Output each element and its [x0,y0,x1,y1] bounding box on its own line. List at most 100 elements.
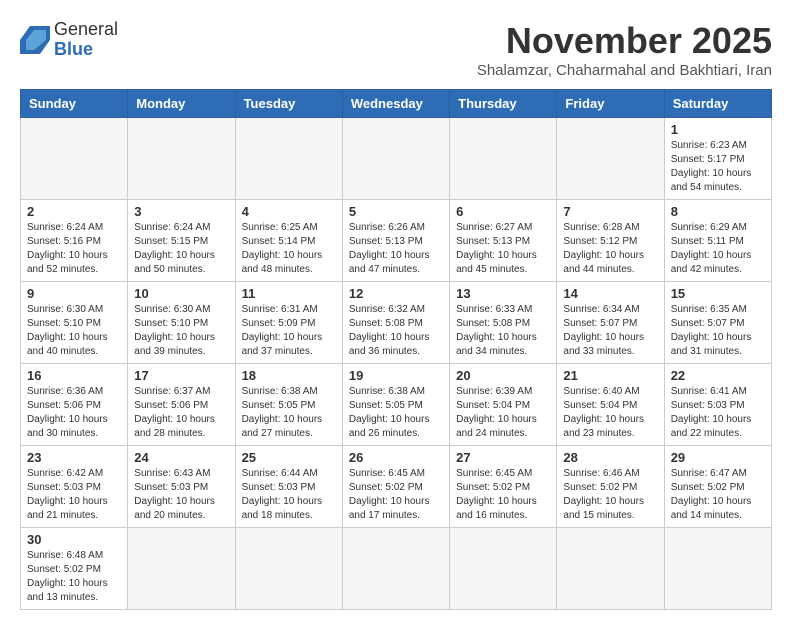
day-number: 23 [27,450,121,465]
day-info: Sunrise: 6:25 AM Sunset: 5:14 PM Dayligh… [242,221,336,277]
calendar-cell [557,528,664,610]
calendar-cell [664,528,771,610]
day-number: 4 [242,204,336,219]
calendar-cell: 4 Sunrise: 6:25 AM Sunset: 5:14 PM Daylig… [235,200,342,282]
day-number: 2 [27,204,121,219]
calendar-cell: 27 Sunrise: 6:45 AM Sunset: 5:02 PM Dayli… [450,446,557,528]
calendar-cell: 16 Sunrise: 6:36 AM Sunset: 5:06 PM Dayli… [21,364,128,446]
day-number: 11 [242,286,336,301]
logo-icon [20,26,50,54]
day-info: Sunrise: 6:38 AM Sunset: 5:05 PM Dayligh… [242,385,336,441]
day-info: Sunrise: 6:36 AM Sunset: 5:06 PM Dayligh… [27,385,121,441]
day-number: 18 [242,368,336,383]
title-area: November 2025 Shalamzar, Chaharmahal and… [477,20,772,79]
calendar-cell [342,528,449,610]
day-info: Sunrise: 6:43 AM Sunset: 5:03 PM Dayligh… [134,467,228,523]
logo-text-blue: Blue [54,40,118,60]
calendar-cell [128,528,235,610]
weekday-header-tuesday: Tuesday [235,90,342,118]
calendar-cell: 8 Sunrise: 6:29 AM Sunset: 5:11 PM Daylig… [664,200,771,282]
calendar-cell: 3 Sunrise: 6:24 AM Sunset: 5:15 PM Daylig… [128,200,235,282]
calendar-cell: 13 Sunrise: 6:33 AM Sunset: 5:08 PM Dayli… [450,282,557,364]
day-number: 28 [563,450,657,465]
day-number: 25 [242,450,336,465]
page-header: General Blue November 2025 Shalamzar, Ch… [20,20,772,79]
calendar-cell: 2Sunrise: 6:24 AM Sunset: 5:16 PM Daylig… [21,200,128,282]
day-number: 10 [134,286,228,301]
weekday-header-saturday: Saturday [664,90,771,118]
day-number: 13 [456,286,550,301]
calendar-cell: 10 Sunrise: 6:30 AM Sunset: 5:10 PM Dayli… [128,282,235,364]
day-info: Sunrise: 6:45 AM Sunset: 5:02 PM Dayligh… [349,467,443,523]
day-info: Sunrise: 6:48 AM Sunset: 5:02 PM Dayligh… [27,549,121,605]
calendar-cell: 26 Sunrise: 6:45 AM Sunset: 5:02 PM Dayli… [342,446,449,528]
calendar-cell [557,118,664,200]
day-info: Sunrise: 6:27 AM Sunset: 5:13 PM Dayligh… [456,221,550,277]
calendar-cell [235,118,342,200]
day-number: 24 [134,450,228,465]
day-number: 12 [349,286,443,301]
day-number: 16 [27,368,121,383]
day-info: Sunrise: 6:30 AM Sunset: 5:10 PM Dayligh… [27,303,121,359]
calendar-cell [342,118,449,200]
calendar-cell: 6Sunrise: 6:27 AM Sunset: 5:13 PM Daylig… [450,200,557,282]
day-info: Sunrise: 6:45 AM Sunset: 5:02 PM Dayligh… [456,467,550,523]
calendar-week-row-0: 1 Sunrise: 6:23 AM Sunset: 5:17 PM Daylig… [21,118,772,200]
day-number: 8 [671,204,765,219]
day-number: 19 [349,368,443,383]
month-title: November 2025 [477,20,772,62]
calendar-week-row-5: 30 Sunrise: 6:48 AM Sunset: 5:02 PM Dayli… [21,528,772,610]
weekday-header-sunday: Sunday [21,90,128,118]
day-number: 27 [456,450,550,465]
calendar-cell: 20Sunrise: 6:39 AM Sunset: 5:04 PM Dayli… [450,364,557,446]
day-info: Sunrise: 6:42 AM Sunset: 5:03 PM Dayligh… [27,467,121,523]
weekday-header-thursday: Thursday [450,90,557,118]
day-number: 9 [27,286,121,301]
day-number: 26 [349,450,443,465]
day-number: 1 [671,122,765,137]
calendar-cell: 12Sunrise: 6:32 AM Sunset: 5:08 PM Dayli… [342,282,449,364]
calendar-cell: 25 Sunrise: 6:44 AM Sunset: 5:03 PM Dayli… [235,446,342,528]
calendar-cell: 11 Sunrise: 6:31 AM Sunset: 5:09 PM Dayli… [235,282,342,364]
day-number: 20 [456,368,550,383]
day-number: 17 [134,368,228,383]
calendar-cell: 30 Sunrise: 6:48 AM Sunset: 5:02 PM Dayli… [21,528,128,610]
logo-text-general: General [54,20,118,40]
weekday-header-monday: Monday [128,90,235,118]
day-info: Sunrise: 6:29 AM Sunset: 5:11 PM Dayligh… [671,221,765,277]
calendar-cell: 28 Sunrise: 6:46 AM Sunset: 5:02 PM Dayli… [557,446,664,528]
calendar-cell: 19Sunrise: 6:38 AM Sunset: 5:05 PM Dayli… [342,364,449,446]
day-info: Sunrise: 6:37 AM Sunset: 5:06 PM Dayligh… [134,385,228,441]
day-info: Sunrise: 6:23 AM Sunset: 5:17 PM Dayligh… [671,139,765,195]
day-info: Sunrise: 6:34 AM Sunset: 5:07 PM Dayligh… [563,303,657,359]
day-number: 14 [563,286,657,301]
day-info: Sunrise: 6:30 AM Sunset: 5:10 PM Dayligh… [134,303,228,359]
day-info: Sunrise: 6:26 AM Sunset: 5:13 PM Dayligh… [349,221,443,277]
calendar-cell [128,118,235,200]
day-number: 3 [134,204,228,219]
day-number: 22 [671,368,765,383]
calendar-cell: 17 Sunrise: 6:37 AM Sunset: 5:06 PM Dayli… [128,364,235,446]
calendar-table: SundayMondayTuesdayWednesdayThursdayFrid… [20,89,772,610]
calendar-week-row-2: 9 Sunrise: 6:30 AM Sunset: 5:10 PM Daylig… [21,282,772,364]
day-number: 21 [563,368,657,383]
calendar-cell: 24 Sunrise: 6:43 AM Sunset: 5:03 PM Dayli… [128,446,235,528]
calendar-cell: 18 Sunrise: 6:38 AM Sunset: 5:05 PM Dayli… [235,364,342,446]
day-number: 30 [27,532,121,547]
day-number: 7 [563,204,657,219]
day-number: 15 [671,286,765,301]
weekday-header-friday: Friday [557,90,664,118]
day-info: Sunrise: 6:44 AM Sunset: 5:03 PM Dayligh… [242,467,336,523]
day-info: Sunrise: 6:24 AM Sunset: 5:15 PM Dayligh… [134,221,228,277]
day-info: Sunrise: 6:41 AM Sunset: 5:03 PM Dayligh… [671,385,765,441]
weekday-header-row: SundayMondayTuesdayWednesdayThursdayFrid… [21,90,772,118]
logo: General Blue [20,20,118,60]
day-info: Sunrise: 6:31 AM Sunset: 5:09 PM Dayligh… [242,303,336,359]
calendar-cell: 23 Sunrise: 6:42 AM Sunset: 5:03 PM Dayli… [21,446,128,528]
calendar-week-row-4: 23 Sunrise: 6:42 AM Sunset: 5:03 PM Dayli… [21,446,772,528]
day-number: 5 [349,204,443,219]
weekday-header-wednesday: Wednesday [342,90,449,118]
day-info: Sunrise: 6:46 AM Sunset: 5:02 PM Dayligh… [563,467,657,523]
day-info: Sunrise: 6:33 AM Sunset: 5:08 PM Dayligh… [456,303,550,359]
location-subtitle: Shalamzar, Chaharmahal and Bakhtiari, Ir… [477,62,772,79]
